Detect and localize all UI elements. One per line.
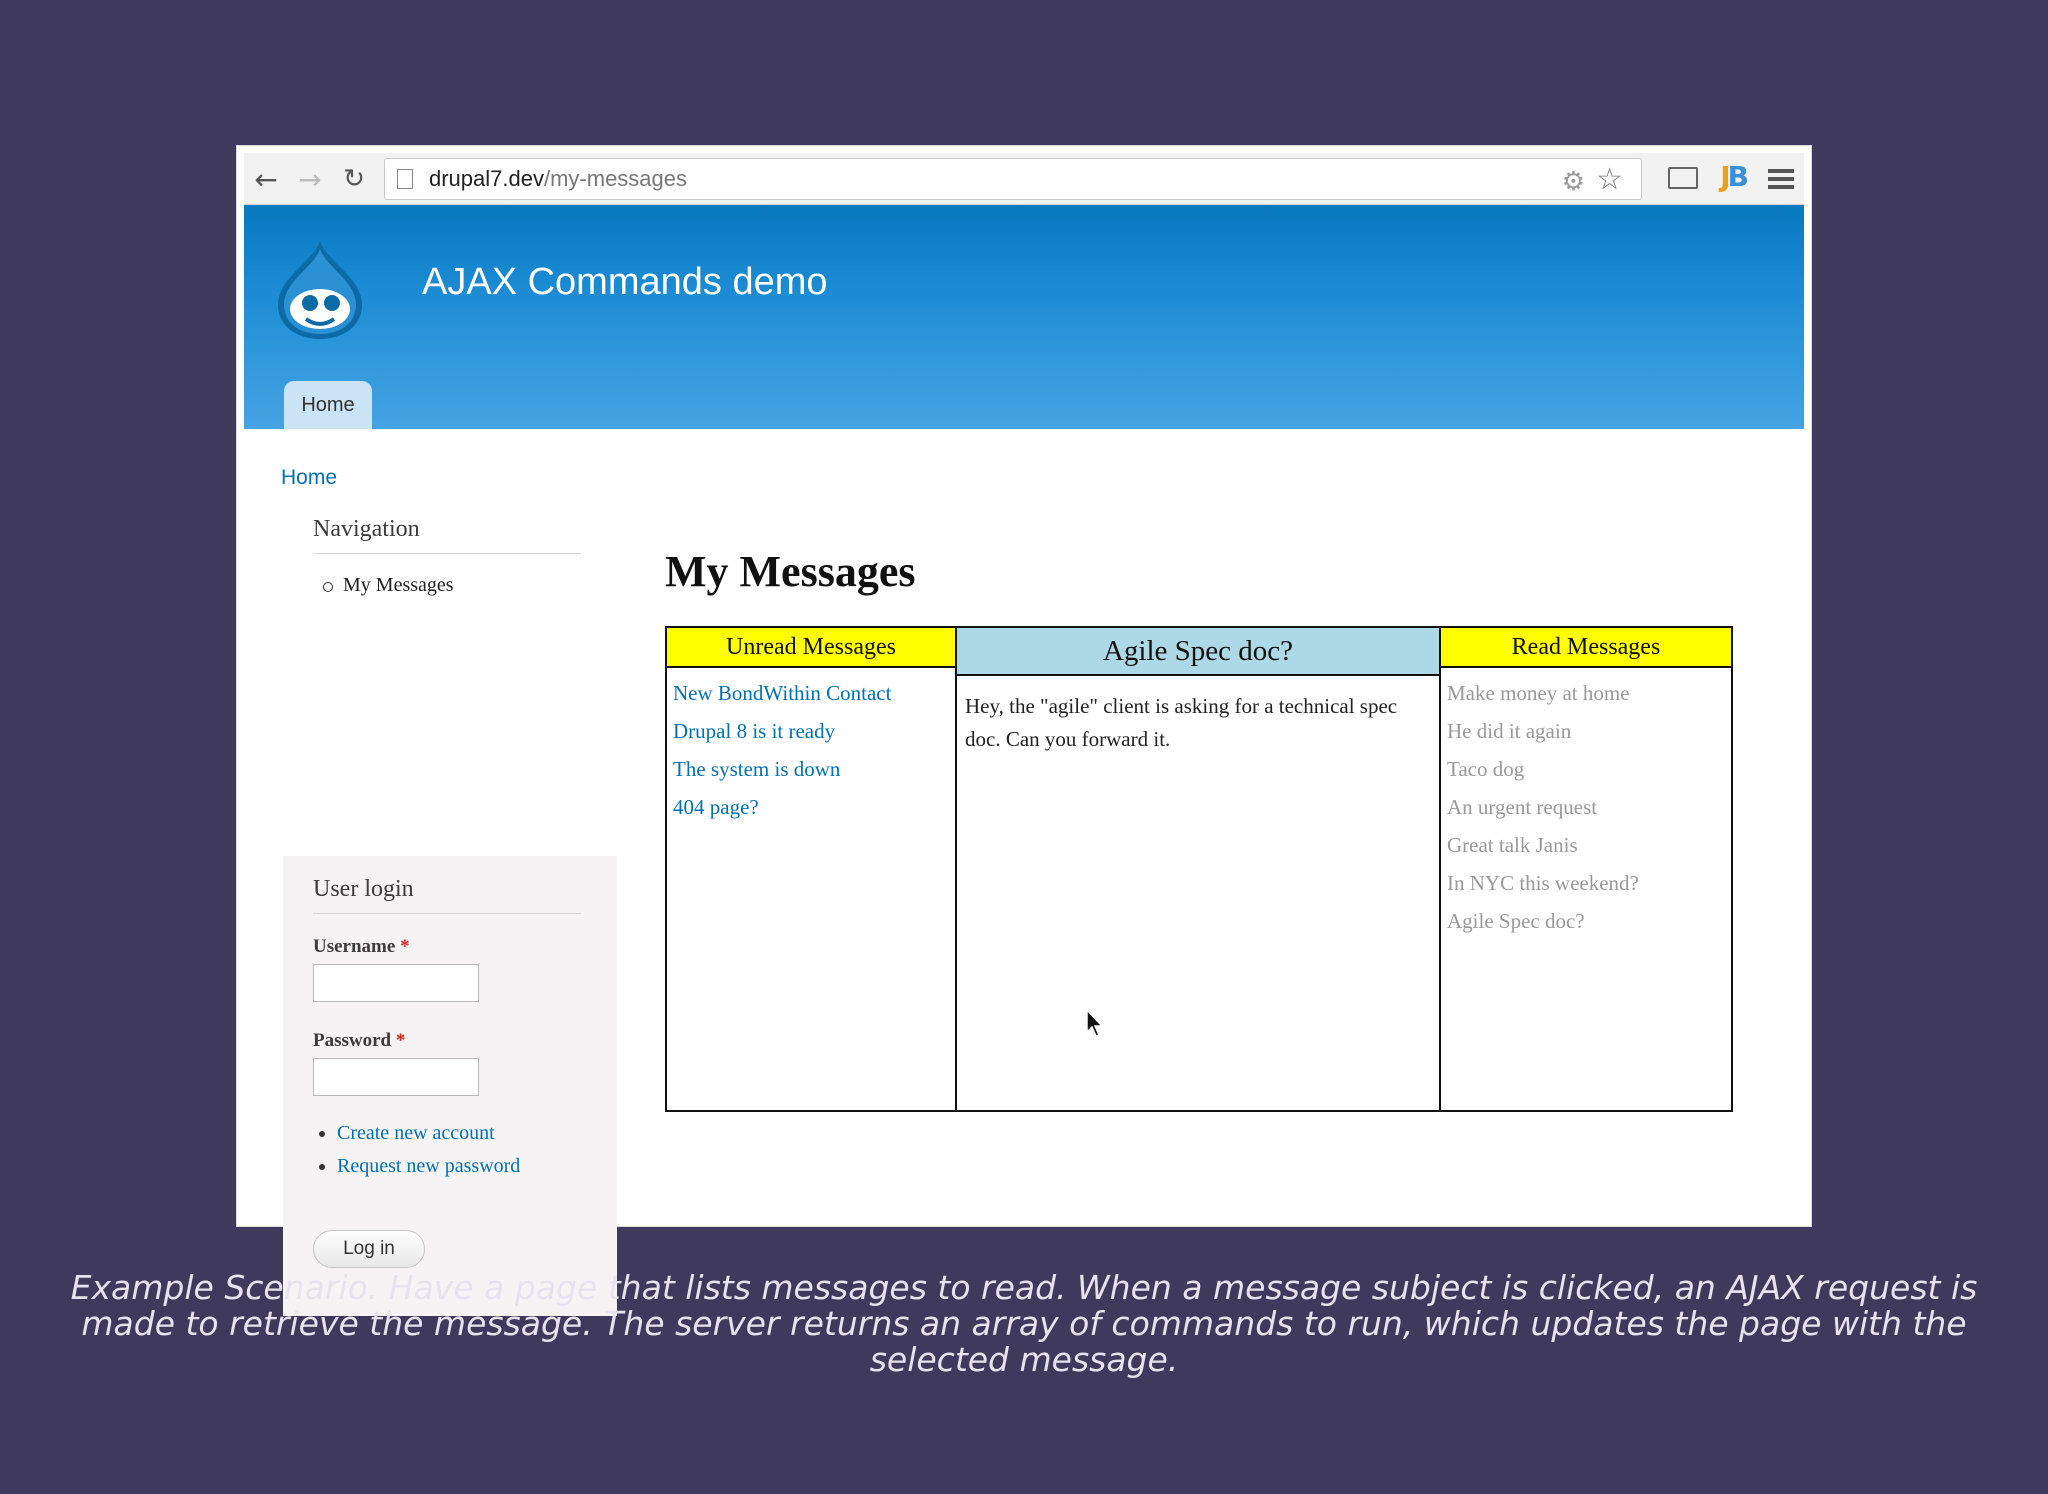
unread-messages-column: Unread Messages New BondWithin Contact D… [665, 626, 957, 1112]
breadcrumb-home[interactable]: Home [281, 466, 337, 490]
read-messages-list: Make money at home He did it again Taco … [1441, 668, 1731, 940]
forward-arrow-icon[interactable]: → [292, 161, 328, 197]
drupal-logo[interactable] [276, 239, 364, 339]
login-button[interactable]: Log in [313, 1230, 425, 1268]
create-account-link[interactable]: Create new account [337, 1122, 617, 1145]
site-name[interactable]: AJAX Commands demo [422, 261, 828, 304]
browser-toolbar: ← → ↻ drupal7.dev/my-messages ⚙ ☆ JB [244, 153, 1804, 205]
unread-message-link[interactable]: The system is down [673, 750, 955, 788]
required-marker: * [395, 1030, 406, 1051]
page-icon [397, 169, 413, 189]
url-host: drupal7.dev [429, 166, 544, 191]
unread-message-link[interactable]: New BondWithin Contact [673, 674, 955, 712]
messages-table: Unread Messages New BondWithin Contact D… [665, 626, 1733, 1112]
read-message-item[interactable]: Make money at home [1447, 674, 1731, 712]
url-path: /my-messages [543, 166, 688, 191]
address-bar[interactable]: drupal7.dev/my-messages ⚙ ☆ [384, 158, 1642, 200]
browser-window: ← → ↻ drupal7.dev/my-messages ⚙ ☆ JB AJA… [236, 145, 1812, 1316]
unread-message-link[interactable]: Drupal 8 is it ready [673, 712, 955, 750]
password-input[interactable] [313, 1058, 479, 1096]
mouse-cursor-icon [1086, 1008, 1104, 1037]
unread-messages-header: Unread Messages [667, 628, 955, 668]
username-label: Username * [313, 936, 617, 958]
slide-caption: Example Scenario. Have a page that lists… [70, 1268, 1978, 1379]
navigation-block: Navigation My Messages [283, 516, 617, 676]
username-label-text: Username [313, 936, 396, 957]
gear-icon[interactable]: ⚙ [1562, 162, 1585, 202]
back-arrow-icon[interactable]: ← [248, 161, 284, 197]
username-input[interactable] [313, 964, 479, 1002]
browser-menu-icon[interactable] [1768, 169, 1794, 193]
nav-item-my-messages[interactable]: My Messages [323, 574, 617, 597]
sidebar: Navigation My Messages User login Userna… [283, 516, 617, 1316]
login-links: Create new account Request new password [337, 1122, 617, 1178]
user-login-block: User login Username * Password * Create … [283, 856, 617, 1316]
unread-message-link[interactable]: 404 page? [673, 788, 955, 826]
read-message-item[interactable]: In NYC this weekend? [1447, 864, 1731, 902]
read-messages-column: Read Messages Make money at home He did … [1439, 626, 1733, 1112]
navigation-list: My Messages [323, 574, 617, 597]
read-message-item[interactable]: Agile Spec doc? [1447, 902, 1731, 940]
navigation-title: Navigation [313, 516, 581, 554]
required-marker: * [400, 936, 410, 957]
read-message-item[interactable]: Taco dog [1447, 750, 1731, 788]
cast-icon[interactable] [1668, 167, 1698, 189]
user-login-title: User login [313, 876, 581, 914]
bookmark-star-icon[interactable]: ☆ [1596, 160, 1623, 200]
password-label-text: Password [313, 1030, 392, 1051]
read-message-item[interactable]: An urgent request [1447, 788, 1731, 826]
read-message-item[interactable]: He did it again [1447, 712, 1731, 750]
request-password-link[interactable]: Request new password [337, 1155, 617, 1178]
message-subject: Agile Spec doc? [957, 628, 1439, 676]
tab-home[interactable]: Home [284, 381, 372, 429]
read-message-item[interactable]: Great talk Janis [1447, 826, 1731, 864]
reload-icon[interactable]: ↻ [336, 161, 372, 197]
page-title: My Messages [665, 547, 916, 596]
message-viewer: Agile Spec doc? Hey, the "agile" client … [955, 626, 1441, 1112]
read-messages-header: Read Messages [1441, 628, 1731, 668]
message-body: Hey, the "agile" client is asking for a … [965, 694, 1398, 751]
unread-messages-list: New BondWithin Contact Drupal 8 is it re… [667, 668, 955, 826]
jetbrains-extension-icon[interactable]: JB [1720, 160, 1749, 193]
password-label: Password * [313, 1030, 617, 1052]
site-header: AJAX Commands demo Home [244, 205, 1804, 429]
